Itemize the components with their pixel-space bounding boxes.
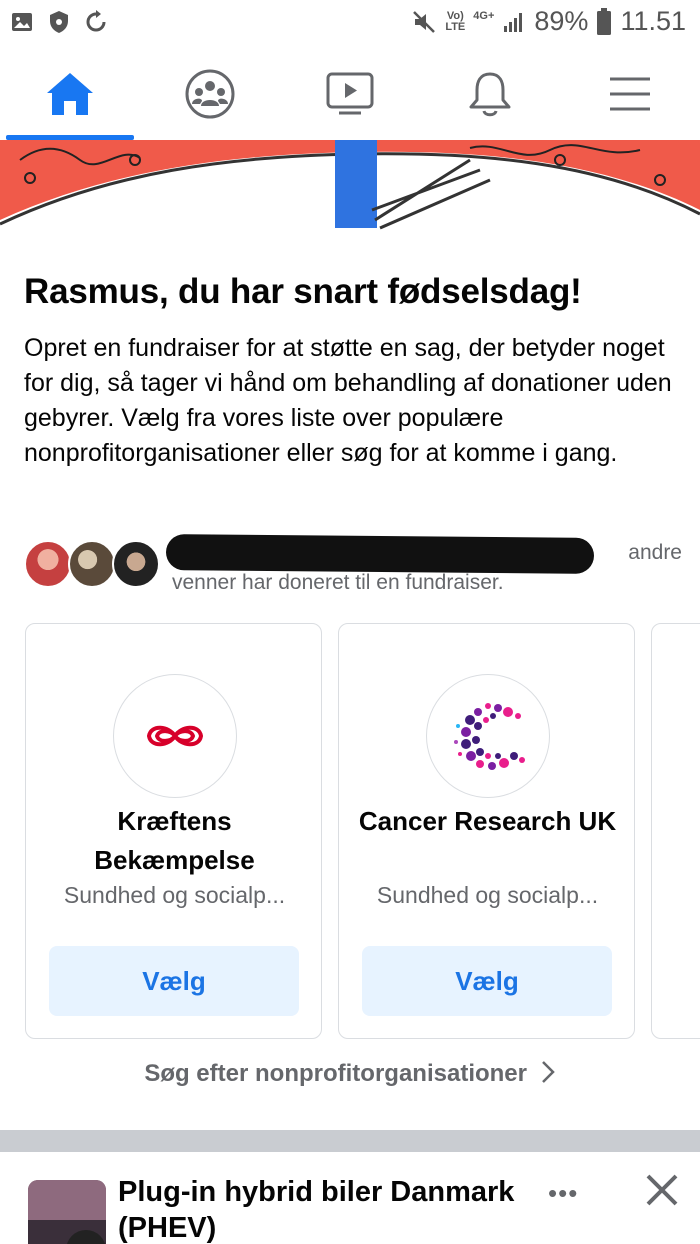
nav-menu[interactable] (600, 68, 660, 120)
nonprofit-name: Cancer Research UK (358, 806, 617, 836)
watch-icon (326, 72, 374, 115)
nav-groups[interactable] (180, 68, 240, 120)
sync-icon (86, 10, 106, 32)
status-bar: Vo) LTE 4G+ 89% 11.51 (0, 0, 700, 48)
cancer-research-uk-logo (454, 703, 525, 770)
section-divider (0, 1130, 700, 1152)
battery-percent: 89% (534, 6, 589, 36)
suggested-group[interactable]: Plug-in hybrid biler Danmark (PHEV) ••• (0, 1152, 700, 1244)
nonprofit-logo (113, 674, 237, 798)
friends-donated-line2: venner har doneret til en fundraiser. (172, 571, 504, 594)
volte-label: Vo) (446, 9, 464, 22)
lte-label: LTE (445, 20, 466, 33)
nonprofit-card-next[interactable] (651, 623, 700, 1039)
nav-watch[interactable] (320, 68, 380, 120)
shield-icon (50, 11, 68, 33)
nonprofit-category: Sundhed og socialp... (63, 882, 286, 908)
birthday-fundraiser-description: Opret en fundraiser for at støtte en sag… (24, 334, 672, 467)
nav-notifications[interactable] (460, 68, 520, 120)
home-icon (47, 73, 93, 115)
friend-avatar-3 (112, 540, 160, 588)
group-avatar (28, 1180, 106, 1244)
top-navigation (0, 48, 700, 140)
birthday-fundraiser-title: Rasmus, du har snart fødselsdag! (24, 272, 582, 311)
birthday-banner-image (0, 140, 700, 240)
chevron-right-icon (541, 1061, 555, 1083)
nav-home[interactable] (40, 68, 100, 120)
mute-icon (413, 10, 436, 33)
clock: 11.51 (620, 6, 686, 36)
close-icon[interactable] (642, 1170, 682, 1210)
select-button[interactable]: Vælg (362, 946, 612, 1016)
select-button[interactable]: Vælg (49, 946, 299, 1016)
friend-avatar-1 (24, 540, 72, 588)
hamburger-menu-icon (610, 77, 650, 111)
kraeftens-bekaempelse-logo (146, 725, 204, 747)
network-type: 4G+ (473, 10, 495, 22)
search-nonprofits-link[interactable]: Søg efter nonprofitorganisationer (0, 1060, 700, 1088)
bell-icon (469, 72, 511, 117)
nonprofit-card: Cancer Research UK Sundhed og socialp...… (338, 623, 635, 1039)
friend-avatar-2 (68, 540, 116, 588)
nonprofit-name: Kræftens Bekæmpelse (94, 806, 255, 875)
gallery-icon (12, 13, 32, 31)
battery-icon (597, 7, 612, 35)
group-name[interactable]: Plug-in hybrid biler Danmark (PHEV) (118, 1174, 538, 1244)
search-nonprofits-label: Søg efter nonprofitorganisationer (144, 1060, 527, 1087)
nonprofit-card: Kræftens Bekæmpelse Sundhed og socialp..… (25, 623, 322, 1039)
nonprofit-logo (426, 674, 550, 798)
groups-icon (185, 69, 235, 119)
volte-indicator: Vo) LTE (445, 9, 466, 33)
more-options-button[interactable]: ••• (548, 1178, 578, 1209)
nonprofit-category: Sundhed og socialp... (376, 882, 599, 908)
redacted-names (165, 534, 595, 574)
signal-icon (504, 12, 523, 32)
